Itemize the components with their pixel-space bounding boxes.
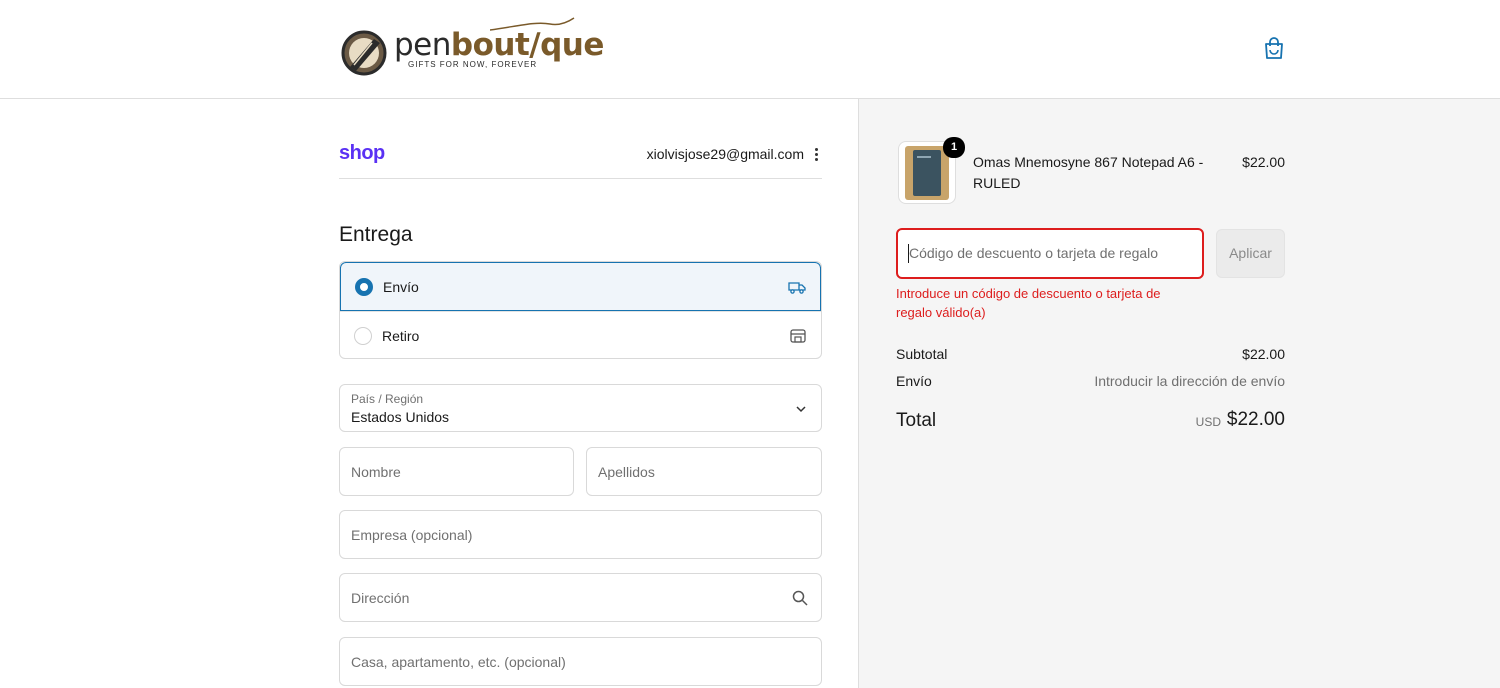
site-header: penbout/que GIFTS FOR NOW, FOREVER [0, 0, 1500, 99]
store-logo[interactable]: penbout/que GIFTS FOR NOW, FOREVER [340, 16, 604, 80]
shopping-bag-icon[interactable] [1262, 35, 1286, 61]
apartment-placeholder: Casa, apartamento, etc. (opcional) [351, 654, 566, 670]
discount-placeholder: Código de descuento o tarjeta de regalo [909, 245, 1159, 261]
delivery-title: Entrega [339, 223, 413, 246]
radio-pickup[interactable] [354, 326, 372, 345]
last-name-field[interactable]: Apellidos [586, 447, 822, 496]
total-label: Total [896, 410, 937, 431]
logo-swoosh-icon [490, 17, 575, 31]
shop-pay-logo: shop [339, 142, 385, 164]
chevron-down-icon [796, 406, 806, 413]
search-icon [792, 590, 808, 606]
currency-code: USD [1195, 415, 1221, 429]
country-value: Estados Unidos [351, 409, 450, 425]
quantity-badge: 1 [943, 137, 965, 158]
shipping-value: Introducir la dirección de envío [1094, 373, 1285, 389]
product-image [905, 146, 949, 200]
apartment-field[interactable]: Casa, apartamento, etc. (opcional) [339, 637, 822, 686]
address-placeholder: Dirección [351, 590, 410, 606]
apply-discount-button[interactable]: Aplicar [1216, 229, 1285, 278]
company-field[interactable]: Empresa (opcional) [339, 510, 822, 559]
account-row: shop xiolvisjose29@gmail.com [339, 138, 822, 179]
delivery-option-shipping[interactable]: Envío [340, 262, 821, 311]
last-name-placeholder: Apellidos [598, 464, 655, 480]
delivery-option-label: Envío [383, 278, 419, 295]
shipping-label: Envío [896, 373, 932, 389]
total-row: Total USD $22.00 [896, 408, 1285, 434]
kebab-menu-icon[interactable] [812, 146, 820, 164]
truck-icon [788, 281, 806, 294]
delivery-option-pickup[interactable]: Retiro [340, 311, 821, 358]
discount-error-message: Introduce un código de descuento o tarje… [896, 286, 1161, 320]
product-name: Omas Mnemosyne 867 Notepad A6 - RULED [973, 154, 1204, 191]
pen-nib-logo-icon [341, 30, 387, 76]
subtotal-label: Subtotal [896, 346, 948, 362]
store-icon [790, 328, 806, 343]
delivery-method-group: Envío Retiro [339, 261, 822, 359]
text-caret [908, 244, 909, 263]
radio-shipping[interactable] [355, 277, 373, 296]
delivery-option-label: Retiro [382, 327, 420, 344]
country-label: País / Región [351, 392, 424, 406]
account-email: xiolvisjose29@gmail.com [646, 146, 804, 162]
discount-code-input[interactable]: Código de descuento o tarjeta de regalo [896, 228, 1204, 279]
logo-tagline: GIFTS FOR NOW, FOREVER [408, 60, 538, 69]
country-select[interactable]: País / Región Estados Unidos [339, 384, 822, 432]
product-price: $22.00 [1242, 154, 1285, 170]
first-name-placeholder: Nombre [351, 464, 401, 480]
first-name-field[interactable]: Nombre [339, 447, 574, 496]
company-placeholder: Empresa (opcional) [351, 527, 473, 543]
subtotal-value: $22.00 [1242, 346, 1285, 362]
address-field[interactable]: Dirección [339, 573, 822, 622]
total-value: $22.00 [1226, 409, 1285, 430]
